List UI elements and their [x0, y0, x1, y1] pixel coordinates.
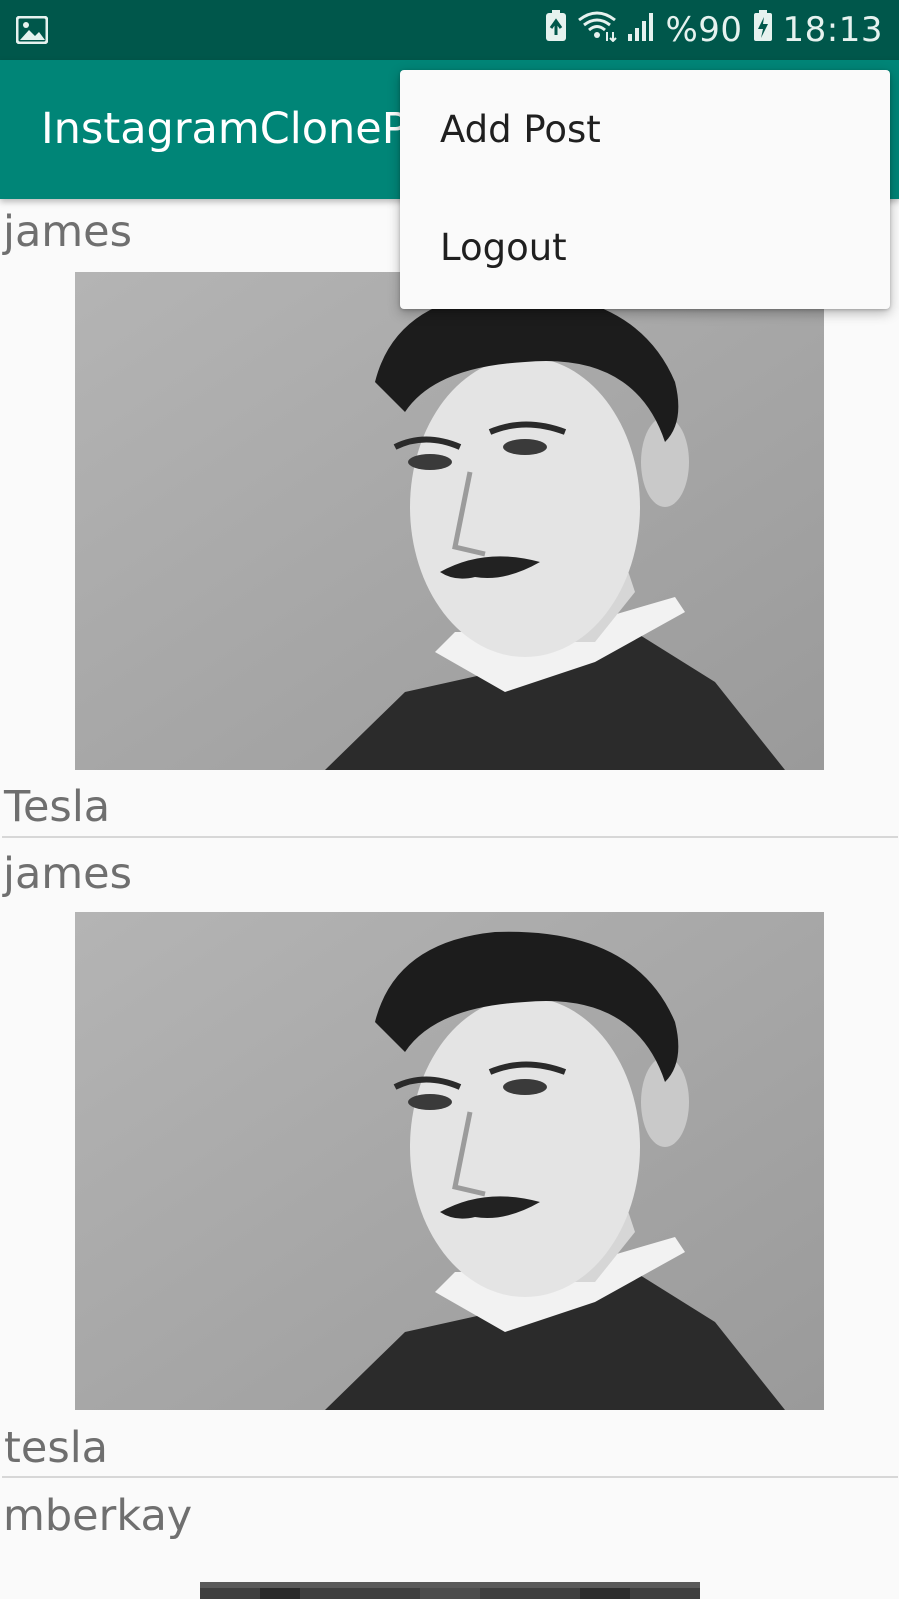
- post-image[interactable]: [75, 912, 824, 1410]
- menu-item-label: Add Post: [440, 107, 601, 151]
- status-time: 18:13: [782, 10, 883, 50]
- post-divider: [2, 836, 898, 838]
- overflow-menu: Add Post Logout: [400, 70, 890, 309]
- image-notification-icon: [15, 15, 49, 45]
- battery-saver-icon: [545, 9, 567, 51]
- post-username: james: [3, 849, 133, 899]
- battery-charging-icon: [753, 9, 773, 51]
- post-caption: Tesla: [4, 782, 111, 832]
- signal-icon: [627, 10, 655, 51]
- menu-item-label: Logout: [440, 225, 567, 269]
- status-bar: %90 18:13: [0, 0, 899, 60]
- menu-item-add-post[interactable]: Add Post: [400, 70, 890, 188]
- post-image[interactable]: [75, 272, 824, 770]
- post-divider: [2, 1476, 898, 1478]
- wifi-icon: [577, 10, 618, 51]
- post-image[interactable]: [200, 1582, 700, 1599]
- battery-percentage: %90: [665, 10, 743, 50]
- menu-item-logout[interactable]: Logout: [400, 188, 890, 306]
- post-username: james: [3, 207, 133, 257]
- post-caption: tesla: [4, 1423, 109, 1473]
- post-username: mberkay: [3, 1491, 193, 1541]
